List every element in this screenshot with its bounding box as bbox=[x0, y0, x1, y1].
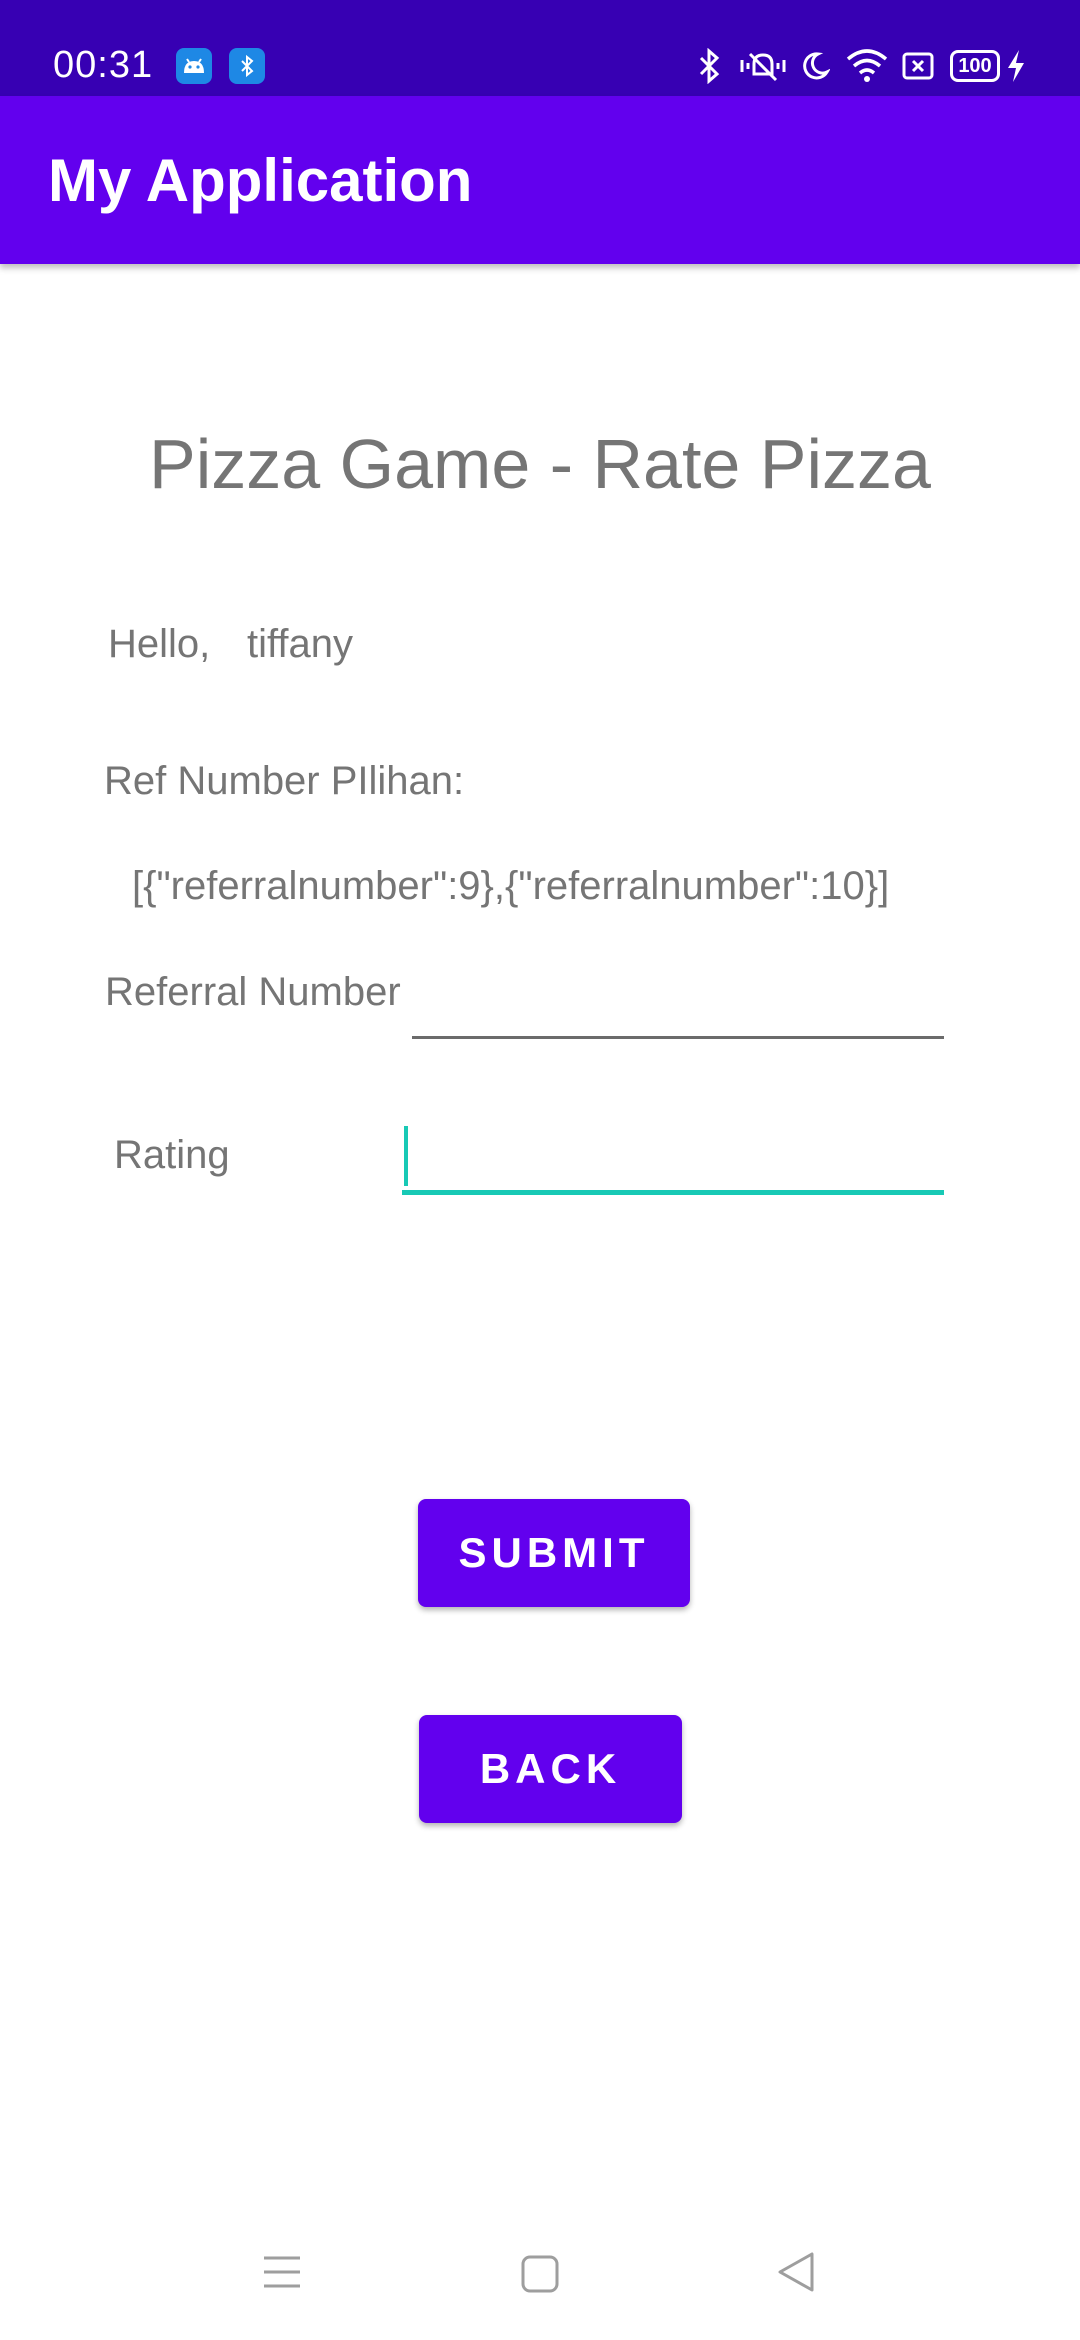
screenshot-icon bbox=[902, 52, 934, 80]
status-bar: 00:31 100 bbox=[0, 0, 1080, 96]
username-text: tiffany bbox=[247, 622, 353, 666]
rating-input[interactable] bbox=[402, 1112, 944, 1196]
text-cursor bbox=[404, 1126, 408, 1186]
rating-label: Rating bbox=[114, 1133, 230, 1177]
page-title: Pizza Game - Rate Pizza bbox=[149, 425, 931, 503]
wifi-icon bbox=[846, 49, 888, 82]
greeting-label: Hello, bbox=[108, 622, 211, 666]
ref-number-value: [{"referralnumber":9},{"referralnumber":… bbox=[132, 864, 890, 908]
menu-icon[interactable] bbox=[262, 2254, 302, 2290]
app-bar: My Application bbox=[0, 96, 1080, 264]
battery-icon: 100 bbox=[950, 50, 1000, 82]
charging-icon bbox=[1008, 50, 1024, 82]
vibrate-icon bbox=[740, 52, 786, 82]
android-icon bbox=[176, 48, 212, 84]
submit-button[interactable]: SUBMIT bbox=[418, 1499, 690, 1607]
ref-number-label: Ref Number PIlihan: bbox=[104, 759, 465, 803]
rating-underline bbox=[402, 1190, 944, 1195]
bluetooth-notification-icon bbox=[229, 48, 265, 84]
referral-number-input[interactable] bbox=[412, 960, 944, 1040]
bluetooth-icon bbox=[699, 48, 720, 84]
referral-number-underline bbox=[412, 1036, 944, 1039]
back-button[interactable]: BACK bbox=[419, 1715, 682, 1823]
app-title: My Application bbox=[48, 147, 473, 214]
moon-icon bbox=[803, 52, 830, 80]
home-icon[interactable] bbox=[520, 2254, 560, 2294]
back-icon[interactable] bbox=[776, 2250, 816, 2294]
referral-number-label: Referral Number bbox=[105, 970, 401, 1014]
status-time: 00:31 bbox=[53, 44, 154, 86]
